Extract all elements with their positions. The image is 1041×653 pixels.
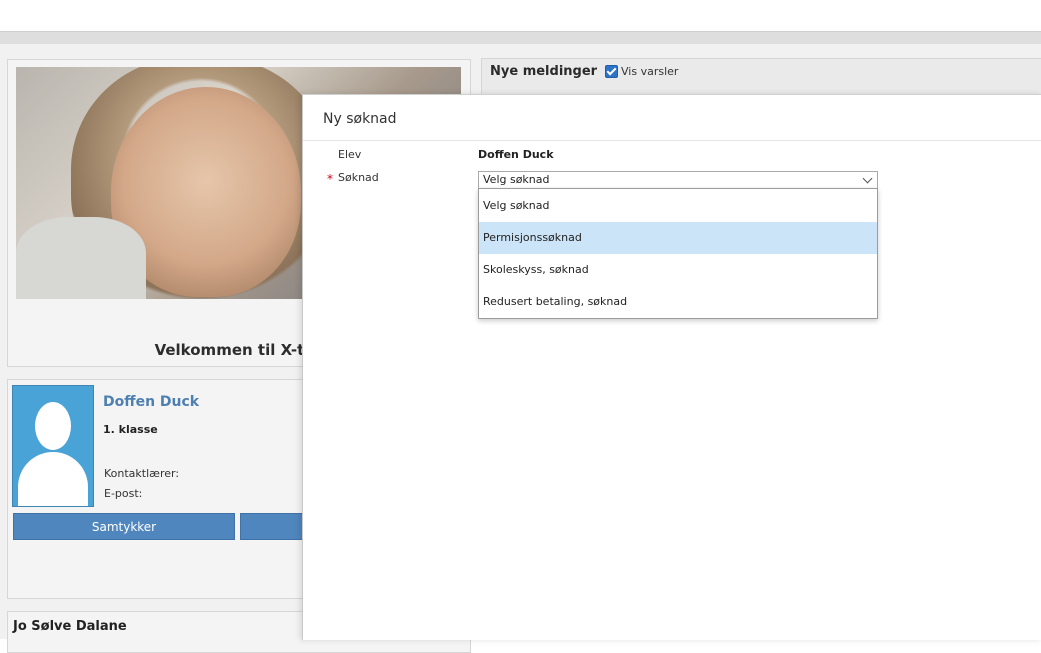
application-select[interactable]: Velg søknad xyxy=(478,171,878,189)
dialog-header: Ny søknad xyxy=(303,95,1041,141)
messages-title: Nye meldinger xyxy=(490,64,598,79)
show-alerts-toggle[interactable]: Vis varsler xyxy=(605,65,678,78)
avatar-body-icon xyxy=(18,452,88,506)
dialog-title: Ny søknad xyxy=(323,111,397,127)
show-alerts-checkbox[interactable] xyxy=(605,65,618,78)
student-name-link[interactable]: Doffen Duck xyxy=(103,394,199,410)
option-redusert-betaling-soknad[interactable]: Redusert betaling, søknad xyxy=(479,286,877,318)
hero-photo-sweater xyxy=(16,217,146,299)
option-permisjonssoknad[interactable]: Permisjonssøknad xyxy=(479,222,877,254)
top-bar xyxy=(0,0,1041,31)
avatar-head-icon xyxy=(35,402,71,450)
chevron-down-icon xyxy=(862,173,873,184)
other-student-name: Jo Sølve Dalane xyxy=(13,619,127,634)
student-field-value: Doffen Duck xyxy=(478,148,554,161)
option-velg-soknad[interactable]: Velg søknad xyxy=(479,190,877,222)
student-class: 1. klasse xyxy=(103,423,158,436)
required-marker: * xyxy=(327,172,333,186)
student-field-label: Elev xyxy=(338,148,362,161)
consent-button[interactable]: Samtykker xyxy=(13,513,235,540)
application-field-label: Søknad xyxy=(338,171,379,184)
option-skoleskyss-soknad[interactable]: Skoleskyss, søknad xyxy=(479,254,877,286)
application-select-value: Velg søknad xyxy=(483,173,550,186)
avatar xyxy=(12,385,94,507)
new-application-dialog: Ny søknad Elev Doffen Duck * Søknad Velg… xyxy=(302,94,1041,640)
contact-teacher-label: Kontaktlærer: xyxy=(104,467,180,480)
application-dropdown-list: Velg søknad Permisjonssøknad Skoleskyss,… xyxy=(478,188,878,319)
email-label: E-post: xyxy=(104,487,143,500)
show-alerts-label: Vis varsler xyxy=(621,65,679,78)
